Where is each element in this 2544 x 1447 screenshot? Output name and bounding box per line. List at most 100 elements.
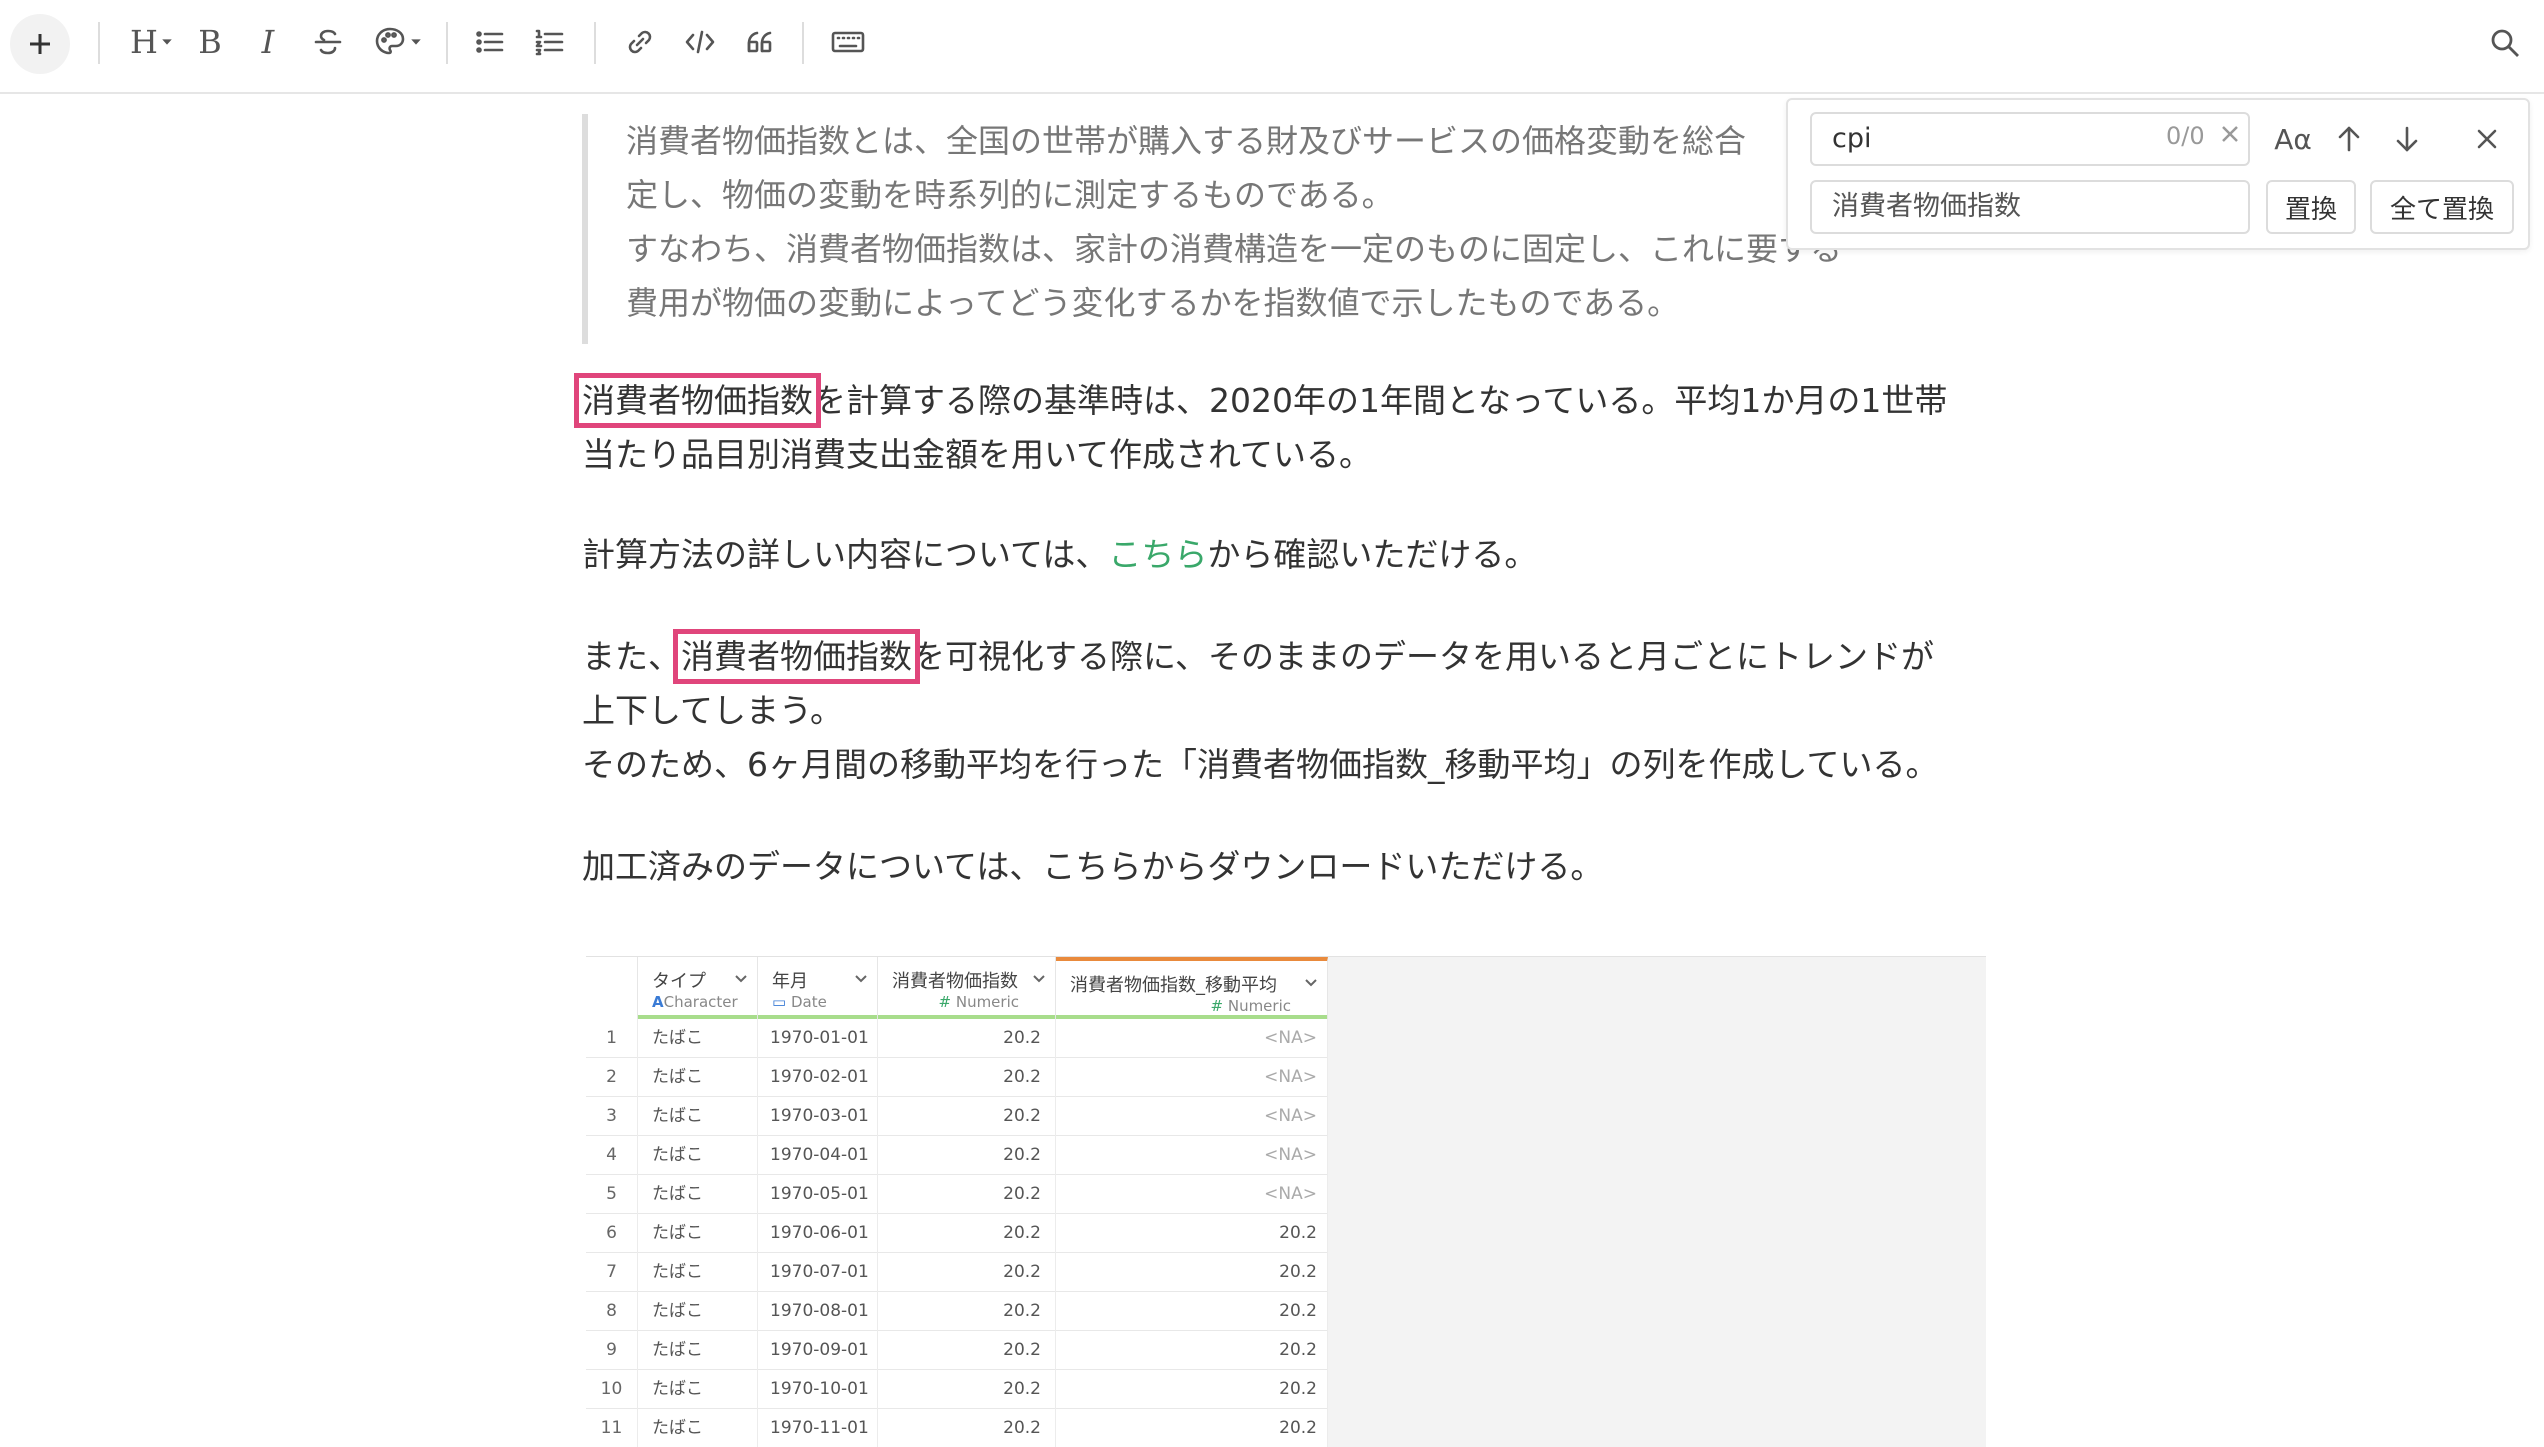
- replace-all-button[interactable]: 全て置換: [2370, 180, 2514, 234]
- chevron-down-icon[interactable]: [733, 971, 747, 985]
- table-cell-cpi: 20.2: [878, 1019, 1056, 1058]
- replace-button[interactable]: 置換: [2266, 180, 2356, 234]
- numbered-list-icon: [535, 29, 564, 56]
- table-cell-date: 1970-07-01: [758, 1253, 878, 1292]
- table-cell-cpi: 20.2: [878, 1370, 1056, 1409]
- column-header-type: タイプ ACharacter: [638, 957, 758, 1019]
- chevron-down-icon[interactable]: [1303, 975, 1317, 989]
- paragraph-line: 当たり品目別消費支出金額を用いて作成されている。: [582, 435, 1373, 474]
- table-cell-n: 4: [586, 1136, 638, 1175]
- numeric-type-icon: #: [1210, 997, 1224, 1015]
- match-case-label: Aα: [2274, 122, 2312, 156]
- quote-icon: [747, 31, 772, 53]
- column-type-label: Numeric: [1227, 997, 1291, 1015]
- table-cell-date: 1970-04-01: [758, 1136, 878, 1175]
- paragraph-line: また、消費者物価指数を可視化する際に、そのままのデータを用いると月ごとにトレンド…: [582, 629, 2002, 684]
- toolbar-divider: [446, 22, 448, 64]
- chevron-down-icon[interactable]: [1031, 971, 1045, 985]
- table-cell-n: 9: [586, 1331, 638, 1370]
- table-cell-cpi: 20.2: [878, 1058, 1056, 1097]
- link-icon: [628, 30, 652, 54]
- paragraph-text: 計算方法の詳しい内容については、: [582, 535, 1109, 574]
- italic-button[interactable]: I: [240, 17, 296, 67]
- table-cell-date: 1970-10-01: [758, 1370, 878, 1409]
- chevron-down-icon[interactable]: [853, 971, 867, 985]
- table-cell-n: 11: [586, 1409, 638, 1447]
- character-type-icon: A: [652, 993, 664, 1011]
- keyboard-shortcuts-button[interactable]: [820, 17, 876, 67]
- table-cell-n: 1: [586, 1019, 638, 1058]
- table-cell-date: 1970-03-01: [758, 1097, 878, 1136]
- bold-button[interactable]: B: [182, 17, 238, 67]
- table-cell-date: 1970-09-01: [758, 1331, 878, 1370]
- caret-down-icon: [411, 39, 421, 45]
- color-palette-dropdown[interactable]: [366, 17, 432, 67]
- paragraph-text: を計算する際の基準時は、2020年の1年間となっている。平均1か月の1世帯: [813, 381, 1948, 420]
- quote-button[interactable]: [732, 17, 788, 67]
- previous-match-button[interactable]: [2324, 114, 2374, 164]
- table-cell-cpi: 20.2: [878, 1136, 1056, 1175]
- numeric-type-icon: #: [938, 993, 952, 1011]
- strikethrough-button[interactable]: [300, 17, 356, 67]
- column-header-cpi-moving-average: 消費者物価指数_移動平均 # Numeric: [1056, 957, 1328, 1019]
- table-cell-type: たばこ: [638, 1136, 758, 1175]
- table-row: 3 たばこ 1970-03-01 20.2 <NA>: [586, 1097, 1328, 1136]
- table-cell-date: 1970-01-01: [758, 1019, 878, 1058]
- table-row: 2 たばこ 1970-02-01 20.2 <NA>: [586, 1058, 1328, 1097]
- close-find-panel-button[interactable]: [2462, 114, 2512, 164]
- calculation-link[interactable]: こちら: [1108, 535, 1207, 574]
- clear-search-button[interactable]: [2218, 122, 2244, 148]
- replace-input-value: 消費者物価指数: [1832, 191, 2021, 222]
- replace-input[interactable]: 消費者物価指数: [1810, 180, 2250, 234]
- table-cell-cpi: 20.2: [878, 1214, 1056, 1253]
- bullet-list-button[interactable]: [462, 17, 518, 67]
- bullet-list-icon: [476, 31, 504, 53]
- paragraph-line: 上下してしまう。: [582, 691, 844, 730]
- strikethrough-icon: [314, 29, 342, 55]
- column-type-label: Date: [790, 993, 827, 1011]
- table-cell-cpi: 20.2: [878, 1409, 1056, 1447]
- column-type-label: Numeric: [955, 993, 1019, 1011]
- next-match-button[interactable]: [2382, 114, 2432, 164]
- row-number-header: [586, 957, 638, 1019]
- table-cell-n: 8: [586, 1292, 638, 1331]
- link-button[interactable]: [612, 17, 668, 67]
- table-row: 6 たばこ 1970-06-01 20.2 20.2: [586, 1214, 1328, 1253]
- paragraph-line: 消費者物価指数を計算する際の基準時は、2020年の1年間となっている。平均1か月…: [574, 373, 2002, 428]
- column-header-cpi: 消費者物価指数 # Numeric: [878, 957, 1056, 1019]
- data-table-image: タイプ ACharacter 年月 ▭ Date 消費者物価指数 # Numer…: [586, 956, 1986, 1447]
- code-icon: [685, 30, 715, 54]
- paragraph-base-period: 消費者物価指数を計算する際の基準時は、2020年の1年間となっている。平均1か月…: [574, 373, 2002, 482]
- blockquote-line: 定し、物価の変動を時系列的に測定するものである。: [626, 176, 1394, 214]
- table-cell-ma: 20.2: [1056, 1214, 1328, 1253]
- column-name: 消費者物価指数: [892, 971, 1018, 992]
- find-replace-panel: cpi 0/0 Aα 消費者物価指数 置換 全て置換: [1786, 98, 2530, 250]
- table-cell-cpi: 20.2: [878, 1175, 1056, 1214]
- match-case-button[interactable]: Aα: [2268, 114, 2318, 164]
- find-input-value: cpi: [1832, 123, 1872, 154]
- table-cell-ma: 20.2: [1056, 1409, 1328, 1447]
- table-cell-ma: 20.2: [1056, 1331, 1328, 1370]
- search-button[interactable]: [2480, 18, 2530, 68]
- code-button[interactable]: [672, 17, 728, 67]
- table-cell-n: 3: [586, 1097, 638, 1136]
- table-cell-date: 1970-08-01: [758, 1292, 878, 1331]
- heading-dropdown-button[interactable]: H: [118, 17, 188, 67]
- table-cell-date: 1970-05-01: [758, 1175, 878, 1214]
- numbered-list-button[interactable]: [522, 17, 578, 67]
- table-cell-type: たばこ: [638, 1097, 758, 1136]
- table-cell-type: たばこ: [638, 1253, 758, 1292]
- table-row: 11 たばこ 1970-11-01 20.2 20.2: [586, 1409, 1328, 1447]
- table-cell-cpi: 20.2: [878, 1253, 1056, 1292]
- table-cell-date: 1970-06-01: [758, 1214, 878, 1253]
- column-name: タイプ: [652, 971, 706, 992]
- column-type-label: Character: [663, 993, 738, 1011]
- table-row: 4 たばこ 1970-04-01 20.2 <NA>: [586, 1136, 1328, 1175]
- table-cell-cpi: 20.2: [878, 1097, 1056, 1136]
- search-highlight: 消費者物価指数: [574, 373, 821, 428]
- table-row: 5 たばこ 1970-05-01 20.2 <NA>: [586, 1175, 1328, 1214]
- italic-label: I: [261, 23, 275, 61]
- toolbar-divider: [594, 22, 596, 64]
- table-cell-ma: <NA>: [1056, 1019, 1328, 1058]
- insert-plus-button[interactable]: [10, 14, 70, 74]
